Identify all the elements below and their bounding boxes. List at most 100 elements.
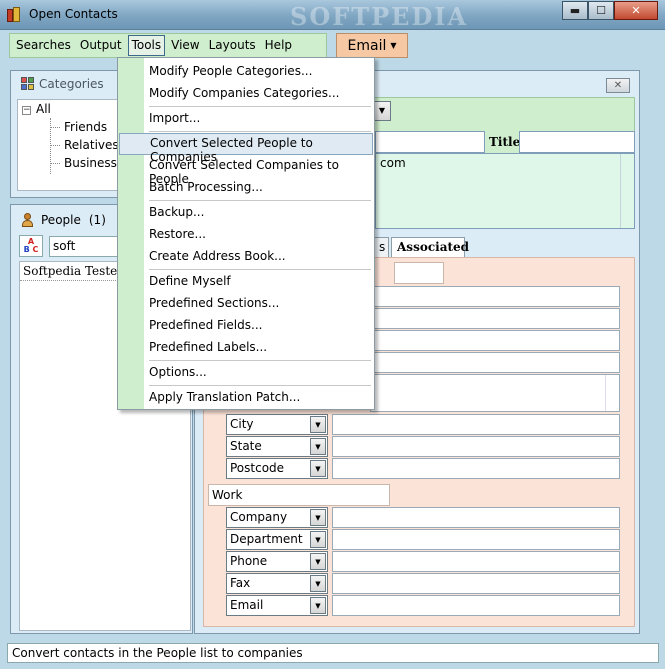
address-field-1[interactable] <box>370 286 620 307</box>
address-field-3[interactable] <box>370 330 620 351</box>
categories-icon <box>21 77 35 91</box>
menu-item-import[interactable]: Import... <box>118 108 374 130</box>
phone-label-combo[interactable]: Phone ▼ <box>226 551 328 572</box>
street-scrollbar[interactable] <box>605 375 619 411</box>
postcode-label: Postcode <box>230 461 285 475</box>
email-list[interactable]: com <box>375 153 635 229</box>
menu-separator <box>149 106 371 107</box>
categories-title-text: Categories <box>39 77 104 91</box>
menu-bar: Searches Output Tools View Layouts Help <box>9 33 327 58</box>
phone-label: Phone <box>230 554 268 568</box>
email-label-combo[interactable]: Email ▼ <box>226 595 328 616</box>
menu-item-options[interactable]: Options... <box>118 362 374 384</box>
detail-close-icon[interactable]: ✕ <box>606 78 630 93</box>
menu-item-convert-companies-to-people[interactable]: Convert Selected Companies to People <box>118 155 374 186</box>
company-label-combo[interactable]: Company ▼ <box>226 507 328 528</box>
tree-item-relatives[interactable]: Relatives <box>64 138 119 152</box>
title-bar: Open Contacts SOFTPEDIA ▬ ☐ ✕ <box>0 0 665 31</box>
postcode-label-combo[interactable]: Postcode ▼ <box>226 458 328 479</box>
menu-layouts[interactable]: Layouts <box>206 35 259 56</box>
chevron-down-icon[interactable]: ▼ <box>310 531 326 548</box>
chevron-down-icon: ▼ <box>390 41 397 50</box>
postcode-field[interactable] <box>332 458 620 479</box>
people-title-text: People <box>41 213 81 227</box>
tree-item-business[interactable]: Business <box>64 156 117 170</box>
menu-view[interactable]: View <box>168 35 202 56</box>
fax-field[interactable] <box>332 573 620 594</box>
city-label-combo[interactable]: City ▼ <box>226 414 328 435</box>
sort-letter-b: B <box>23 245 30 254</box>
status-bar: Convert contacts in the People list to c… <box>7 643 659 663</box>
email-button[interactable]: Email ▼ <box>336 33 408 58</box>
department-label-combo[interactable]: Department ▼ <box>226 529 328 550</box>
people-count: (1) <box>88 213 106 227</box>
chevron-down-icon[interactable]: ▼ <box>310 553 326 570</box>
name-field[interactable] <box>375 131 485 153</box>
email-scrollbar[interactable] <box>620 154 634 228</box>
chevron-down-icon[interactable]: ▼ <box>310 509 326 526</box>
title-field[interactable] <box>519 131 635 153</box>
menu-item-apply-translation-patch[interactable]: Apply Translation Patch... <box>118 387 374 409</box>
email-field[interactable] <box>332 595 620 616</box>
collapse-icon[interactable]: − <box>22 106 31 115</box>
department-label: Department <box>230 532 303 546</box>
chevron-down-icon[interactable]: ▼ <box>310 460 326 477</box>
maximize-button[interactable]: ☐ <box>588 1 614 20</box>
email-button-label: Email <box>347 37 387 54</box>
menu-item-create-address-book[interactable]: Create Address Book... <box>118 246 374 268</box>
tools-menu: Modify People Categories... Modify Compa… <box>117 57 375 410</box>
menu-separator <box>149 360 371 361</box>
fax-label-combo[interactable]: Fax ▼ <box>226 573 328 594</box>
menu-item-restore[interactable]: Restore... <box>118 224 374 246</box>
minimize-button[interactable]: ▬ <box>562 1 588 20</box>
menu-separator <box>149 269 371 270</box>
state-label-combo[interactable]: State ▼ <box>226 436 328 457</box>
city-label: City <box>230 417 254 431</box>
sort-abc-button[interactable]: A B C <box>19 235 43 257</box>
tree-item-friends[interactable]: Friends <box>64 120 107 134</box>
state-field[interactable] <box>332 436 620 457</box>
menu-item-predefined-labels[interactable]: Predefined Labels... <box>118 337 374 359</box>
menu-tools[interactable]: Tools <box>127 35 166 56</box>
people-title: People (1) <box>21 213 106 227</box>
address-field-2[interactable] <box>370 308 620 329</box>
fax-label: Fax <box>230 576 251 590</box>
phone-field[interactable] <box>332 551 620 572</box>
menu-item-batch-processing[interactable]: Batch Processing... <box>118 177 374 199</box>
menu-item-define-myself[interactable]: Define Myself <box>118 271 374 293</box>
tree-item-all[interactable]: All <box>36 102 51 116</box>
window-title: Open Contacts <box>29 7 118 21</box>
people-icon <box>21 213 35 227</box>
app-icon <box>7 7 21 23</box>
menu-item-predefined-sections[interactable]: Predefined Sections... <box>118 293 374 315</box>
section-home[interactable] <box>394 262 444 284</box>
state-label: State <box>230 439 262 453</box>
chevron-down-icon[interactable]: ▼ <box>310 438 326 455</box>
company-field[interactable] <box>332 507 620 528</box>
menu-item-convert-people-to-companies[interactable]: Convert Selected People to Companies <box>119 133 373 164</box>
menu-searches[interactable]: Searches <box>13 35 74 56</box>
menu-help[interactable]: Help <box>262 35 295 56</box>
street-field[interactable] <box>370 374 620 412</box>
city-field[interactable] <box>332 414 620 435</box>
menu-separator <box>149 385 371 386</box>
tab-partial[interactable]: s <box>373 237 389 258</box>
department-field[interactable] <box>332 529 620 550</box>
email-label: Email <box>230 598 264 612</box>
menu-item-modify-people-categories[interactable]: Modify People Categories... <box>118 61 374 83</box>
watermark: SOFTPEDIA <box>290 2 469 31</box>
email-fragment: com <box>380 156 406 170</box>
address-field-4[interactable] <box>370 352 620 373</box>
menu-item-predefined-fields[interactable]: Predefined Fields... <box>118 315 374 337</box>
section-work[interactable]: Work <box>208 484 390 506</box>
chevron-down-icon[interactable]: ▼ <box>310 416 326 433</box>
menu-output[interactable]: Output <box>77 35 125 56</box>
tab-associated[interactable]: Associated <box>391 237 469 258</box>
chevron-down-icon[interactable]: ▼ <box>310 597 326 614</box>
chevron-down-icon[interactable]: ▼ <box>310 575 326 592</box>
close-button[interactable]: ✕ <box>614 1 658 20</box>
menu-item-modify-companies-categories[interactable]: Modify Companies Categories... <box>118 83 374 105</box>
categories-title: Categories <box>21 77 104 91</box>
chevron-down-icon[interactable]: ▼ <box>373 101 391 121</box>
menu-item-backup[interactable]: Backup... <box>118 202 374 224</box>
